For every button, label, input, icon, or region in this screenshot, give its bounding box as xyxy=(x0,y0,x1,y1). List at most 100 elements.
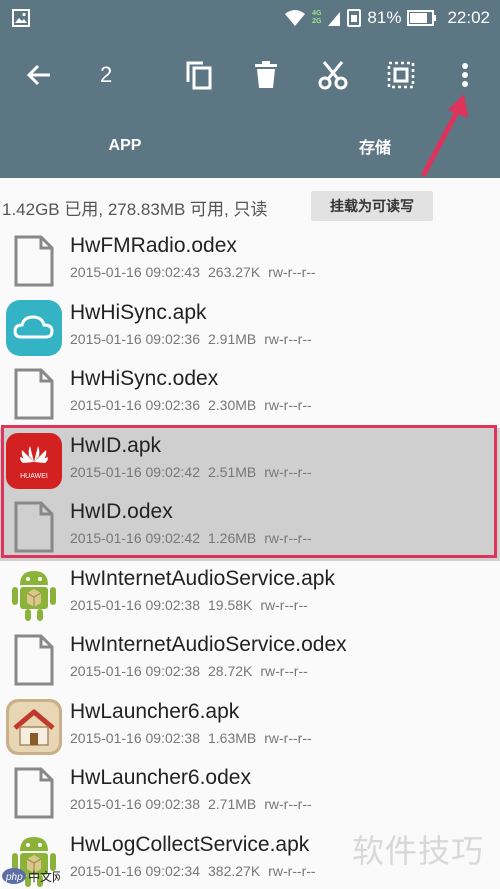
file-row[interactable]: HwInternetAudioService.apk 2015-01-16 09:… xyxy=(0,561,500,628)
battery-icon xyxy=(407,10,437,26)
selected-count: 2 xyxy=(100,62,113,87)
svg-text:php: php xyxy=(5,872,23,883)
svg-text:中文网: 中文网 xyxy=(28,869,60,884)
file-perm: rw-r--r-- xyxy=(264,729,312,746)
mount-rw-button[interactable]: 挂载为可读写 xyxy=(311,191,433,221)
file-name: HwLauncher6.odex xyxy=(70,766,251,789)
file-list: HwFMRadio.odex 2015-01-16 09:02:43 263.27K… xyxy=(0,228,500,889)
file-date: 2015-01-16 09:02:42 xyxy=(70,530,200,546)
home-icon xyxy=(5,698,63,756)
file-row[interactable]: HwLauncher6.apk 2015-01-16 09:02:38 1.63MB… xyxy=(0,694,500,761)
image-notification-icon xyxy=(12,9,30,27)
file-icon xyxy=(5,764,63,822)
file-size: 2.71MB xyxy=(208,796,257,812)
file-meta: 2015-01-16 09:02:42 2.51MB rw-r--r-- xyxy=(70,464,320,480)
file-icon xyxy=(5,365,63,423)
file-size: 19.58K xyxy=(208,596,253,613)
file-meta: 2015-01-16 09:02:36 2.30MB rw-r--r-- xyxy=(70,397,320,413)
file-meta: 2015-01-16 09:02:36 2.91MB rw-r--r-- xyxy=(70,331,320,347)
file-date: 2015-01-16 09:02:42 xyxy=(70,463,200,480)
file-row[interactable]: HwFMRadio.odex 2015-01-16 09:02:43 263.27K… xyxy=(0,228,500,295)
file-meta: 2015-01-16 09:02:42 1.26MB rw-r--r-- xyxy=(70,530,320,546)
storage-info-bar: 1.42GB 已用, 278.83MB 可用, 只读 挂载为可读写 xyxy=(0,186,500,224)
file-row[interactable]: HwInternetAudioService.odex 2015-01-16 09… xyxy=(0,627,500,694)
tab-bar: APP 存储 xyxy=(0,114,500,178)
file-perm: rw-r--r-- xyxy=(264,463,312,480)
file-size: 382.27K xyxy=(208,862,261,879)
copy-icon xyxy=(186,61,212,90)
file-icon xyxy=(5,232,63,290)
wifi-icon xyxy=(285,10,306,26)
file-size: 1.63MB xyxy=(208,729,257,746)
file-date: 2015-01-16 09:02:38 xyxy=(70,663,200,679)
file-date: 2015-01-16 09:02:43 xyxy=(70,264,200,280)
sim-icon xyxy=(347,9,362,27)
file-date: 2015-01-16 09:02:36 xyxy=(70,330,200,347)
file-name: HwHiSync.odex xyxy=(70,367,219,390)
watermark-text: 软件技巧 xyxy=(352,833,485,869)
scissors-icon xyxy=(318,61,348,90)
file-row[interactable]: HwLauncher6.odex 2015-01-16 09:02:38 2.71M… xyxy=(0,760,500,827)
file-name: HwLauncher6.apk xyxy=(70,699,240,723)
file-meta: 2015-01-16 09:02:38 19.58K rw-r--r-- xyxy=(70,597,316,613)
action-toolbar: 2 xyxy=(0,36,500,114)
file-name: HwInternetAudioService.apk xyxy=(70,566,335,590)
file-size: 2.51MB xyxy=(208,463,257,480)
back-button[interactable] xyxy=(22,58,56,92)
file-name: HwInternetAudioService.odex xyxy=(70,633,347,656)
file-perm: rw-r--r-- xyxy=(268,264,316,280)
file-perm: rw-r--r-- xyxy=(268,862,316,879)
delete-button[interactable] xyxy=(249,58,283,92)
file-perm: rw-r--r-- xyxy=(260,663,308,679)
file-meta: 2015-01-16 09:02:38 1.63MB rw-r--r-- xyxy=(70,730,320,746)
overflow-menu-button[interactable] xyxy=(448,58,482,92)
file-perm: rw-r--r-- xyxy=(264,796,312,812)
file-size: 28.72K xyxy=(208,663,253,679)
huawei-icon: HUAWEI xyxy=(5,432,63,490)
battery-percent: 81% xyxy=(367,8,402,27)
cut-button[interactable] xyxy=(316,58,350,92)
file-meta: 2015-01-16 09:02:43 263.27K rw-r--r-- xyxy=(70,264,324,280)
file-row[interactable]: HwHiSync.apk 2015-01-16 09:02:36 2.91MB rw-… xyxy=(0,295,500,362)
php-logo-watermark: php 中文网 xyxy=(2,868,60,884)
clock: 22:02 xyxy=(447,8,490,27)
file-name: HwID.apk xyxy=(70,433,162,457)
select-all-icon xyxy=(387,61,415,89)
file-name: HwFMRadio.odex xyxy=(70,234,237,257)
file-name: HwLogCollectService.apk xyxy=(70,832,310,856)
file-perm: rw-r--r-- xyxy=(264,330,312,347)
svg-text:HUAWEI: HUAWEI xyxy=(20,473,48,480)
file-row[interactable]: HwID.odex 2015-01-16 09:02:42 1.26MB rw-r--… xyxy=(0,494,500,561)
file-date: 2015-01-16 09:02:34 xyxy=(70,862,200,879)
file-size: 2.30MB xyxy=(208,397,257,413)
tab-app[interactable]: APP xyxy=(0,114,250,178)
copy-button[interactable] xyxy=(182,58,216,92)
select-all-button[interactable] xyxy=(384,58,418,92)
network-type: 4G 2G xyxy=(312,10,322,25)
file-date: 2015-01-16 09:02:38 xyxy=(70,596,200,613)
file-size: 2.91MB xyxy=(208,330,257,347)
file-name: HwID.odex xyxy=(70,500,173,523)
cloud-app-icon xyxy=(5,299,63,357)
file-size: 263.27K xyxy=(208,264,261,280)
signal-icon xyxy=(328,12,341,26)
file-row[interactable]: HUAWEI HwID.apk 2015-01-16 09:02:42 2.51MB r… xyxy=(0,427,500,494)
tab-storage[interactable]: 存储 xyxy=(250,114,500,178)
arrow-left-icon xyxy=(26,64,50,86)
android-icon xyxy=(5,565,63,623)
file-meta: 2015-01-16 09:02:34 382.27K rw-r--r-- xyxy=(70,863,324,879)
file-date: 2015-01-16 09:02:38 xyxy=(70,729,200,746)
status-bar: 4G 2G 81% 22:02 xyxy=(0,0,500,36)
file-row[interactable]: HwHiSync.odex 2015-01-16 09:02:36 2.30MB rw… xyxy=(0,361,500,428)
file-icon xyxy=(5,498,63,556)
file-date: 2015-01-16 09:02:36 xyxy=(70,397,200,413)
file-perm: rw-r--r-- xyxy=(264,530,312,546)
storage-info: 1.42GB 已用, 278.83MB 可用, 只读 xyxy=(2,200,268,219)
file-date: 2015-01-16 09:02:38 xyxy=(70,796,200,812)
file-perm: rw-r--r-- xyxy=(264,397,312,413)
file-size: 1.26MB xyxy=(208,530,257,546)
file-icon xyxy=(5,631,63,689)
file-meta: 2015-01-16 09:02:38 2.71MB rw-r--r-- xyxy=(70,796,320,812)
more-vert-icon xyxy=(462,63,468,87)
file-name: HwHiSync.apk xyxy=(70,300,207,324)
